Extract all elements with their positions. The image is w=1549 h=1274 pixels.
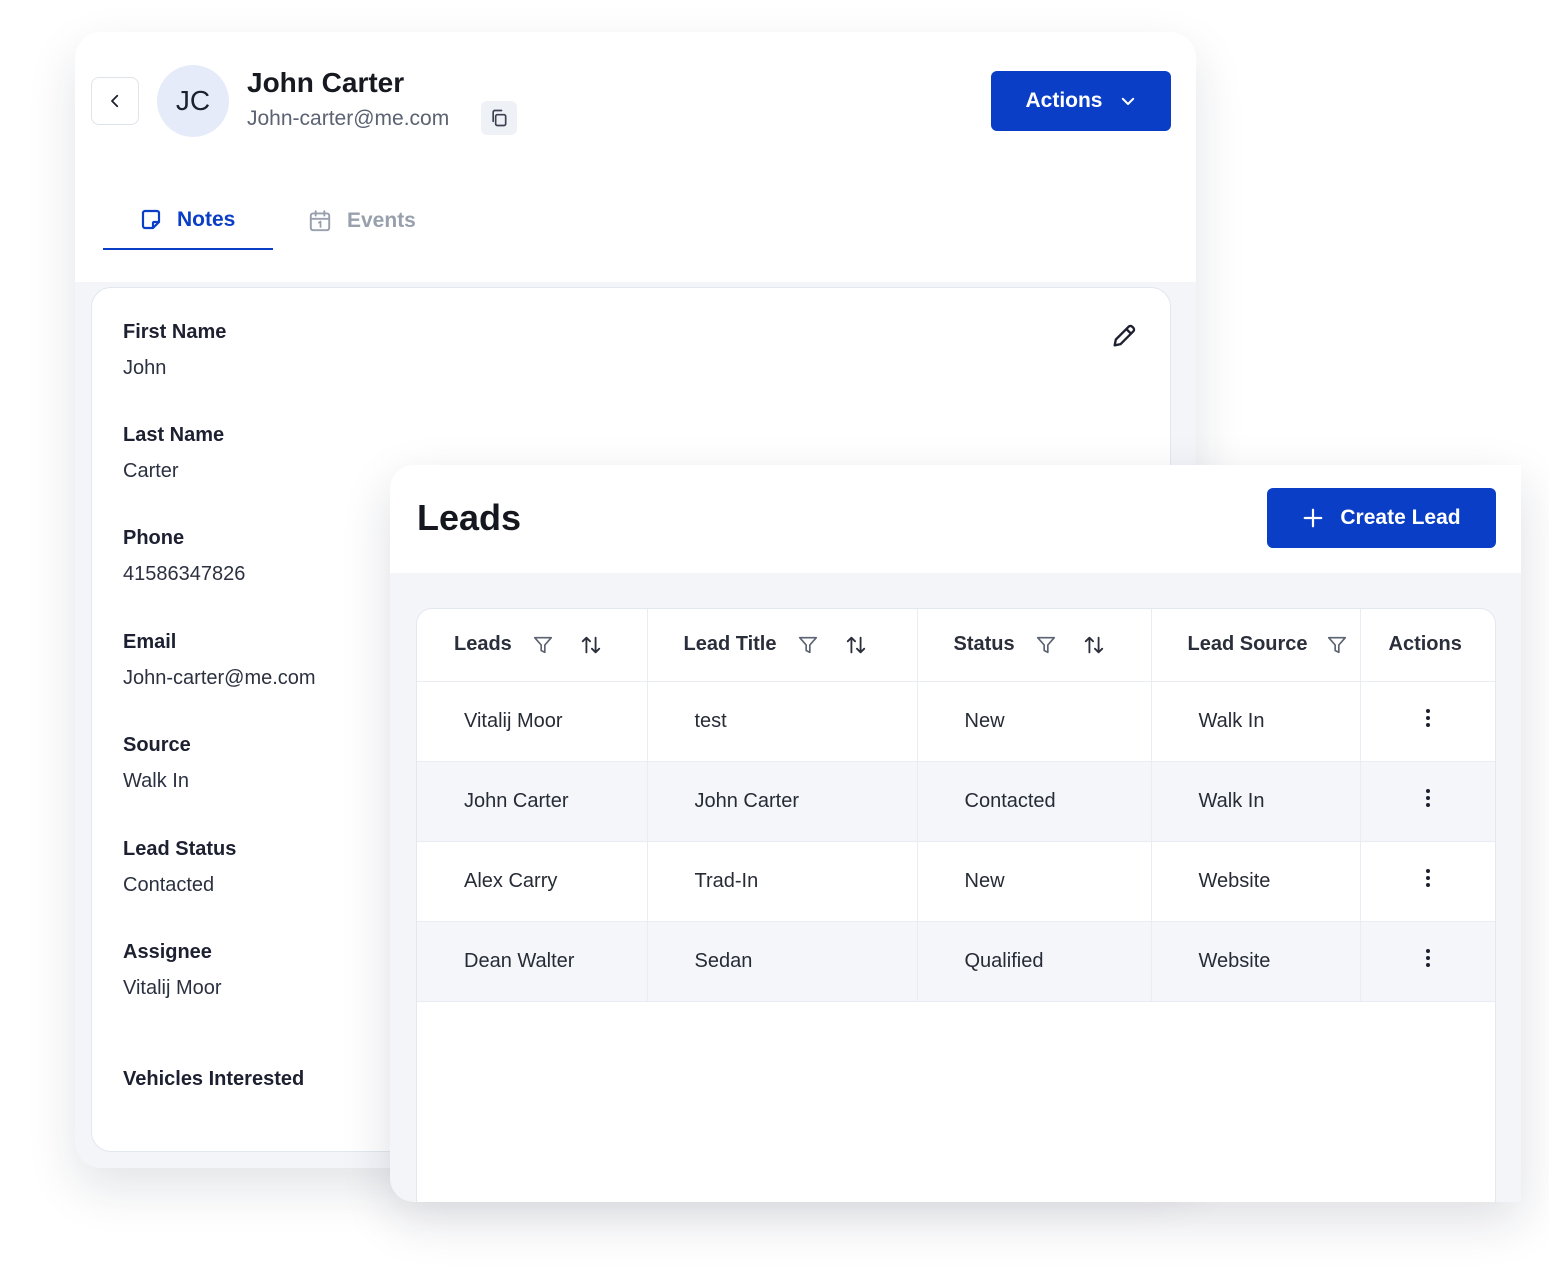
- cell-source: Walk In: [1151, 681, 1361, 762]
- field-label: Vehicles Interested: [123, 1068, 305, 1090]
- column-label: Lead Source: [1187, 633, 1308, 656]
- edit-button[interactable]: [1110, 322, 1138, 350]
- contact-email: John-carter@me.com: [247, 107, 450, 130]
- page-title: Leads: [417, 497, 522, 538]
- actions-button-label: Actions: [1025, 89, 1103, 112]
- table-row[interactable]: Alex Carry Trad-In New Website: [417, 841, 1495, 922]
- table-row[interactable]: Dean Walter Sedan Qualified Website: [417, 921, 1495, 1002]
- cell-lead: Dean Walter: [417, 921, 648, 1002]
- field-value: 41586347826: [123, 563, 246, 585]
- cell-lead: Vitalij Moor: [417, 681, 648, 762]
- field-lead-status: Lead Status Contacted: [123, 838, 236, 897]
- field-last-name: Last Name Carter: [123, 424, 224, 483]
- column-label: Status: [953, 633, 1015, 656]
- cell-source: Walk In: [1151, 761, 1361, 842]
- filter-icon[interactable]: [1035, 634, 1057, 656]
- field-value: Walk In: [123, 770, 189, 792]
- copy-icon: [492, 109, 507, 127]
- field-value: Contacted: [123, 874, 215, 896]
- cell-actions: [1360, 921, 1495, 1002]
- more-vertical-icon[interactable]: [1416, 946, 1440, 970]
- column-header-leads: Leads: [417, 609, 648, 682]
- more-vertical-icon[interactable]: [1416, 706, 1440, 730]
- leads-header: Leads Create Lead: [390, 465, 1521, 573]
- field-value: John-carter@me.com: [123, 667, 316, 689]
- field-vehicles-interested: Vehicles Interested: [123, 1068, 304, 1091]
- field-email: Email John-carter@me.com: [123, 631, 316, 690]
- note-icon: [141, 209, 161, 230]
- field-label: Source: [123, 734, 191, 756]
- column-header-lead-source: Lead Source: [1151, 609, 1361, 682]
- field-value: John: [123, 357, 167, 379]
- column-header-status: Status: [917, 609, 1152, 682]
- field-value: Carter: [123, 460, 179, 482]
- pencil-icon: [1113, 324, 1136, 347]
- cell-actions: [1360, 681, 1495, 762]
- field-label: Assignee: [123, 941, 212, 963]
- cell-status: New: [917, 681, 1152, 762]
- leads-card: Leads Create Lead Leads Lead Title Statu…: [390, 465, 1521, 1202]
- tab-events[interactable]: Events: [307, 192, 416, 250]
- field-label: Phone: [123, 527, 185, 549]
- cell-title: Trad-In: [647, 841, 918, 922]
- table-row[interactable]: Vitalij Moor test New Walk In: [417, 681, 1495, 762]
- field-label: First Name: [123, 321, 227, 343]
- cell-status: New: [917, 841, 1152, 922]
- field-assignee: Assignee Vitalij Moor: [123, 941, 222, 1000]
- chevron-down-icon: [1121, 97, 1134, 105]
- field-source: Source Walk In: [123, 734, 191, 793]
- table-header-row: Leads Lead Title Status Lead Source Acti…: [417, 609, 1495, 682]
- more-vertical-icon[interactable]: [1416, 786, 1440, 810]
- cell-lead: Alex Carry: [417, 841, 648, 922]
- field-value: Vitalij Moor: [123, 977, 222, 999]
- filter-icon[interactable]: [797, 634, 819, 656]
- cell-lead: John Carter: [417, 761, 648, 842]
- cell-title: John Carter: [647, 761, 918, 842]
- contact-header: JC John Carter John-carter@me.com Action…: [75, 32, 1196, 282]
- cell-title: test: [647, 681, 918, 762]
- tab-events-label: Events: [347, 209, 416, 232]
- cell-actions: [1360, 761, 1495, 842]
- field-label: Last Name: [123, 424, 225, 446]
- table-row[interactable]: John Carter John Carter Contacted Walk I…: [417, 761, 1495, 842]
- contact-name: John Carter: [247, 67, 405, 98]
- avatar: JC: [157, 65, 229, 137]
- tab-notes[interactable]: Notes: [103, 192, 273, 250]
- filter-icon[interactable]: [532, 634, 554, 656]
- create-lead-label: Create Lead: [1340, 506, 1461, 529]
- cell-source: Website: [1151, 921, 1361, 1002]
- cell-title: Sedan: [647, 921, 918, 1002]
- sort-icon[interactable]: [580, 634, 602, 656]
- calendar-icon: [309, 210, 331, 232]
- field-label: Lead Status: [123, 838, 237, 860]
- leads-table: Leads Lead Title Status Lead Source Acti…: [416, 608, 1496, 1202]
- cell-source: Website: [1151, 841, 1361, 922]
- cell-status: Contacted: [917, 761, 1152, 842]
- column-label: Actions: [1388, 633, 1462, 656]
- filter-icon[interactable]: [1326, 634, 1348, 656]
- cell-status: Qualified: [917, 921, 1152, 1002]
- cell-actions: [1360, 841, 1495, 922]
- more-vertical-icon[interactable]: [1416, 866, 1440, 890]
- column-header-actions: Actions: [1360, 609, 1495, 682]
- field-phone: Phone 41586347826: [123, 527, 245, 586]
- stage: JC John Carter John-carter@me.com Action…: [0, 0, 1549, 1274]
- back-button[interactable]: [91, 77, 139, 125]
- sort-icon[interactable]: [1083, 634, 1105, 656]
- plus-icon: [1304, 508, 1323, 528]
- column-label: Leads: [454, 633, 512, 656]
- actions-button[interactable]: Actions: [991, 71, 1171, 131]
- field-label: Email: [123, 631, 177, 653]
- sort-icon[interactable]: [845, 634, 867, 656]
- create-lead-button[interactable]: Create Lead: [1267, 488, 1496, 548]
- copy-email-button[interactable]: [481, 101, 517, 135]
- field-first-name: First Name John: [123, 321, 226, 380]
- chevron-left-icon: [111, 94, 119, 108]
- tab-notes-label: Notes: [177, 208, 236, 231]
- column-label: Lead Title: [683, 633, 777, 656]
- column-header-lead-title: Lead Title: [647, 609, 918, 682]
